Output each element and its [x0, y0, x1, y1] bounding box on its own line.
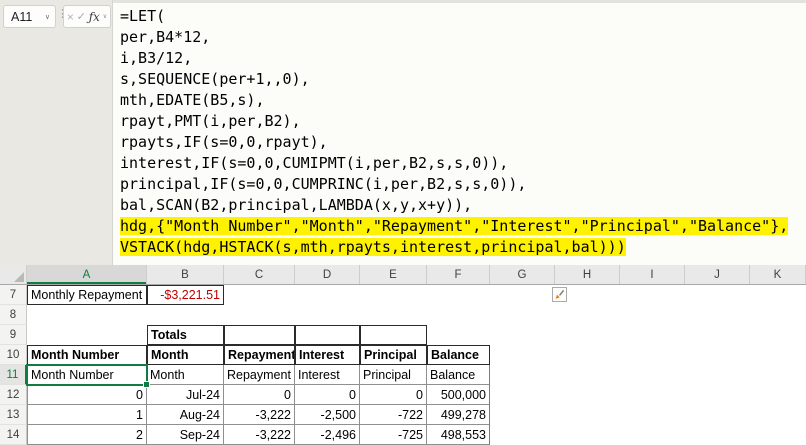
row-header-11[interactable]: 11 — [0, 365, 27, 385]
cell-B9[interactable]: Totals — [147, 325, 224, 345]
cell-E10[interactable]: Principal — [360, 345, 427, 365]
formula-line: bal,SCAN(B2,principal,LAMBDA(x,y,x+y)), — [120, 196, 473, 214]
row-header-14[interactable]: 14 — [0, 425, 27, 445]
formula-line: mth,EDATE(B5,s), — [120, 91, 265, 109]
cell-A7[interactable]: Monthly Repayment — [27, 285, 147, 305]
cancel-icon[interactable]: × — [67, 10, 74, 24]
cell-E12[interactable]: 0 — [360, 385, 427, 405]
column-header-D[interactable]: D — [295, 265, 360, 284]
cell-D10[interactable]: Interest — [295, 345, 360, 365]
column-header-F[interactable]: F — [427, 265, 490, 284]
column-header-G[interactable]: G — [490, 265, 555, 284]
column-header-K[interactable]: K — [750, 265, 806, 284]
enter-icon[interactable]: ✓ — [77, 10, 86, 23]
cell-B10[interactable]: Month — [147, 345, 224, 365]
row-header-7[interactable]: 7 — [0, 285, 27, 305]
cell-A11[interactable]: Month Number — [27, 365, 147, 385]
formula-line: i,B3/12, — [120, 49, 193, 67]
cell-D11[interactable]: Interest — [295, 365, 360, 385]
cell-F14[interactable]: 498,553 — [427, 425, 490, 445]
cell-C13[interactable]: -3,222 — [224, 405, 295, 425]
row-header-12[interactable]: 12 — [0, 385, 27, 405]
row-header-8[interactable]: 8 — [0, 305, 27, 325]
cell-A13[interactable]: 1 — [27, 405, 147, 425]
row-header-10[interactable]: 10 — [0, 345, 27, 365]
formula-line: per,B4*12, — [120, 28, 211, 46]
name-box-value: A11 — [11, 9, 33, 24]
row-header-13[interactable]: 13 — [0, 405, 27, 425]
cell-E11[interactable]: Principal — [360, 365, 427, 385]
formula-line: rpayt,PMT(i,per,B2), — [120, 112, 301, 130]
formula-line: =LET( — [120, 7, 166, 25]
cell-B14[interactable]: Sep-24 — [147, 425, 224, 445]
cell-F13[interactable]: 499,278 — [427, 405, 490, 425]
column-header-J[interactable]: J — [685, 265, 750, 284]
cell-D13[interactable]: -2,500 — [295, 405, 360, 425]
select-all-triangle-icon — [14, 272, 24, 282]
formula-line: s,SEQUENCE(per+1,,0), — [120, 70, 310, 88]
formula-line: principal,IF(s=0,0,CUMPRINC(i,per,B2,s,s… — [120, 175, 527, 193]
formula-line: VSTACK(hdg,HSTACK(s,mth,rpayts,interest,… — [120, 238, 626, 256]
column-header-A[interactable]: A — [27, 265, 147, 284]
column-header-I[interactable]: I — [620, 265, 685, 284]
cell-A12[interactable]: 0 — [27, 385, 147, 405]
cell-B11[interactable]: Month — [147, 365, 224, 385]
cell-C14[interactable]: -3,222 — [224, 425, 295, 445]
insert-function-icon[interactable]: ƒx — [89, 10, 100, 24]
cell-A14[interactable]: 2 — [27, 425, 147, 445]
column-header-row: ABCDEFGHIJK — [0, 265, 806, 285]
name-box[interactable]: A11 ∨ — [3, 5, 56, 28]
cell-D12[interactable]: 0 — [295, 385, 360, 405]
cell-B12[interactable]: Jul-24 — [147, 385, 224, 405]
cell-C10[interactable]: Repayment — [224, 345, 295, 365]
cell-B7[interactable]: -$3,221.51 — [147, 285, 224, 305]
formula-input[interactable]: =LET( per,B4*12, i,B3/12, s,SEQUENCE(per+1,… — [113, 0, 806, 265]
cell-C12[interactable]: 0 — [224, 385, 295, 405]
cell-F12[interactable]: 500,000 — [427, 385, 490, 405]
formula-bar: A11 ∨ ⋮ × ✓ ƒx ∨ =LET( per,B4*12, i,B3/12,… — [0, 0, 806, 265]
cell-C11[interactable]: Repayment — [224, 365, 295, 385]
excel-window: A11 ∨ ⋮ × ✓ ƒx ∨ =LET( per,B4*12, i,B3/12,… — [0, 0, 806, 445]
sheet-cells-area: 7 Monthly Repayment -$3,221.51 8 9 Totals 10 Mo… — [0, 285, 806, 445]
cell-D14[interactable]: -2,496 — [295, 425, 360, 445]
cell-B13[interactable]: Aug-24 — [147, 405, 224, 425]
cell-F11[interactable]: Balance — [427, 365, 490, 385]
column-header-C[interactable]: C — [224, 265, 295, 284]
cell-D9[interactable] — [295, 325, 360, 345]
cell-A10[interactable]: Month Number — [27, 345, 147, 365]
formula-line: interest,IF(s=0,0,CUMIPMT(i,per,B2,s,s,0… — [120, 154, 509, 172]
format-options-smart-tag[interactable] — [552, 287, 567, 302]
formula-bar-buttons: × ✓ ƒx ∨ — [63, 5, 111, 28]
cell-E14[interactable]: -725 — [360, 425, 427, 445]
select-all-corner[interactable] — [0, 265, 27, 284]
spreadsheet-grid: ABCDEFGHIJK 7 Monthly Repayment -$3,221.51… — [0, 265, 806, 445]
format-brush-icon — [555, 289, 565, 299]
fx-dropdown-icon[interactable]: ∨ — [103, 13, 107, 20]
row-header-9[interactable]: 9 — [0, 325, 27, 345]
cell-F10[interactable]: Balance — [427, 345, 490, 365]
column-header-H[interactable]: H — [555, 265, 620, 284]
column-header-B[interactable]: B — [147, 265, 224, 284]
formula-line: rpayts,IF(s=0,0,rpayt), — [120, 133, 328, 151]
cell-E13[interactable]: -722 — [360, 405, 427, 425]
cell-C9[interactable] — [224, 325, 295, 345]
name-box-dropdown-icon[interactable]: ∨ — [45, 13, 50, 21]
formula-line: hdg,{"Month Number","Month","Repayment",… — [120, 217, 789, 235]
name-box-panel: A11 ∨ ⋮ × ✓ ƒx ∨ — [0, 0, 113, 265]
cell-E9[interactable] — [360, 325, 427, 345]
column-header-E[interactable]: E — [360, 265, 427, 284]
